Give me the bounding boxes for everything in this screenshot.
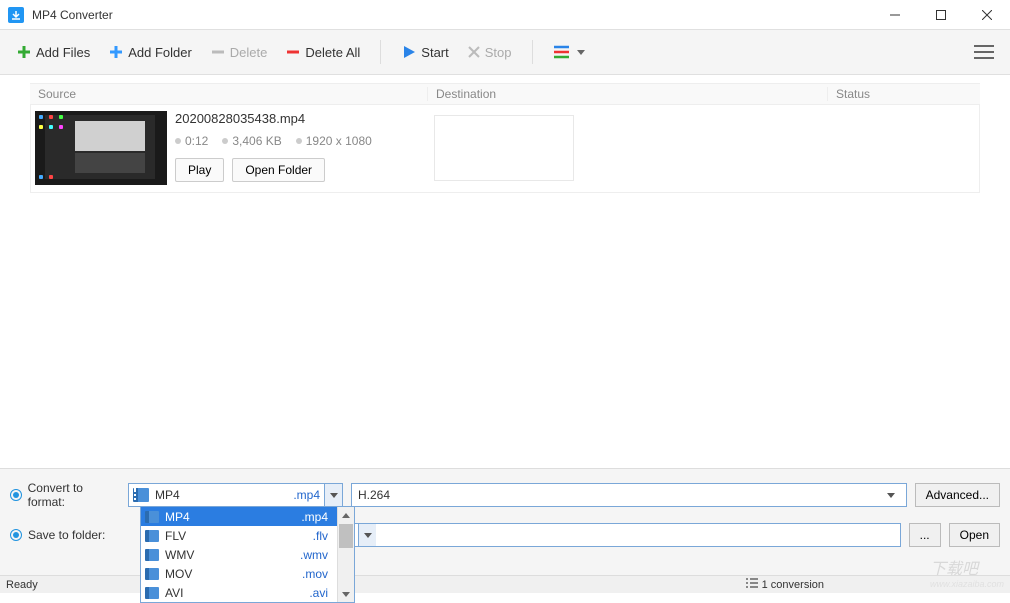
menu-button[interactable] bbox=[968, 35, 1000, 69]
lists-menu-button[interactable] bbox=[547, 40, 591, 64]
folder-dropdown-button[interactable] bbox=[358, 524, 376, 546]
chevron-down-icon bbox=[577, 48, 585, 56]
format-dropdown-button[interactable] bbox=[324, 484, 342, 506]
scroll-thumb[interactable] bbox=[339, 524, 353, 548]
codec-dropdown-button[interactable] bbox=[882, 484, 900, 506]
start-button[interactable]: Start bbox=[395, 40, 454, 64]
column-destination[interactable]: Destination bbox=[427, 87, 827, 101]
file-name: 20200828035438.mp4 bbox=[175, 111, 430, 126]
stop-label: Stop bbox=[485, 45, 512, 60]
plus-icon bbox=[16, 44, 32, 60]
delete-all-label: Delete All bbox=[305, 45, 360, 60]
format-dropdown-list: MP4.mp4FLV.flvWMV.wmvMOV.movAVI.avi bbox=[140, 506, 355, 603]
video-file-icon bbox=[145, 511, 159, 523]
codec-combo[interactable]: H.264 bbox=[351, 483, 907, 507]
add-files-label: Add Files bbox=[36, 45, 90, 60]
toolbar: Add Files Add Folder Delete Delete All S… bbox=[0, 30, 1010, 75]
video-file-icon bbox=[145, 568, 159, 580]
file-size: 3,406 KB bbox=[232, 134, 281, 148]
stop-icon bbox=[467, 45, 481, 59]
format-name: MP4 bbox=[153, 488, 293, 502]
destination-preview bbox=[434, 115, 574, 181]
start-label: Start bbox=[421, 45, 448, 60]
plus-icon bbox=[108, 44, 124, 60]
titlebar: MP4 Converter bbox=[0, 0, 1010, 30]
maximize-button[interactable] bbox=[918, 0, 964, 30]
list-small-icon bbox=[746, 578, 758, 591]
option-name: MOV bbox=[165, 567, 192, 581]
open-folder-button[interactable]: Open Folder bbox=[232, 158, 325, 182]
browse-button[interactable]: ... bbox=[909, 523, 941, 547]
format-option[interactable]: MOV.mov bbox=[141, 564, 354, 583]
file-duration: 0:12 bbox=[185, 134, 208, 148]
minimize-button[interactable] bbox=[872, 0, 918, 30]
add-files-button[interactable]: Add Files bbox=[10, 40, 96, 64]
add-folder-button[interactable]: Add Folder bbox=[102, 40, 198, 64]
file-resolution: 1920 x 1080 bbox=[306, 134, 372, 148]
convert-format-label: Convert to format: bbox=[28, 481, 120, 509]
list-icon bbox=[553, 44, 573, 60]
bottom-panel: Convert to format: MP4 .mp4 H.264 Advanc… bbox=[0, 468, 1010, 575]
scroll-down-button[interactable] bbox=[338, 585, 354, 602]
format-combo[interactable]: MP4 .mp4 bbox=[128, 483, 343, 507]
scroll-up-button[interactable] bbox=[338, 507, 354, 524]
option-name: WMV bbox=[165, 548, 194, 562]
conversion-count: 1 conversion bbox=[762, 579, 824, 591]
play-button[interactable]: Play bbox=[175, 158, 224, 182]
delete-label: Delete bbox=[230, 45, 268, 60]
delete-all-button[interactable]: Delete All bbox=[279, 40, 366, 64]
toolbar-separator bbox=[532, 40, 533, 64]
add-folder-label: Add Folder bbox=[128, 45, 192, 60]
save-folder-radio[interactable]: Save to folder: bbox=[10, 528, 120, 542]
radio-icon bbox=[10, 529, 22, 541]
minus-icon bbox=[285, 44, 301, 60]
close-button[interactable] bbox=[964, 0, 1010, 30]
status-cell bbox=[830, 111, 979, 185]
thumbnail[interactable] bbox=[35, 111, 167, 185]
format-option[interactable]: FLV.flv bbox=[141, 526, 354, 545]
file-row[interactable]: 20200828035438.mp4 0:12 3,406 KB 1920 x … bbox=[31, 105, 979, 191]
format-option[interactable]: WMV.wmv bbox=[141, 545, 354, 564]
option-name: FLV bbox=[165, 529, 186, 543]
status-text: Ready bbox=[6, 579, 38, 591]
toolbar-separator bbox=[380, 40, 381, 64]
open-output-button[interactable]: Open bbox=[949, 523, 1000, 547]
destination-cell bbox=[430, 111, 830, 185]
video-file-icon bbox=[145, 549, 159, 561]
format-option[interactable]: MP4.mp4 bbox=[141, 507, 354, 526]
file-list: 20200828035438.mp4 0:12 3,406 KB 1920 x … bbox=[30, 105, 980, 193]
list-header: Source Destination Status bbox=[30, 83, 980, 105]
video-file-icon bbox=[145, 530, 159, 542]
save-folder-label: Save to folder: bbox=[28, 528, 105, 542]
folder-combo[interactable] bbox=[351, 523, 901, 547]
stop-button[interactable]: Stop bbox=[461, 41, 518, 64]
option-name: MP4 bbox=[165, 510, 190, 524]
delete-button[interactable]: Delete bbox=[204, 40, 274, 64]
play-icon bbox=[401, 44, 417, 60]
advanced-button[interactable]: Advanced... bbox=[915, 483, 1000, 507]
column-status[interactable]: Status bbox=[827, 87, 980, 101]
file-info: 20200828035438.mp4 0:12 3,406 KB 1920 x … bbox=[175, 111, 430, 185]
scrollbar[interactable] bbox=[337, 507, 354, 602]
window-title: MP4 Converter bbox=[32, 8, 113, 22]
minus-icon bbox=[210, 44, 226, 60]
file-meta: 0:12 3,406 KB 1920 x 1080 bbox=[175, 134, 430, 148]
convert-format-radio[interactable]: Convert to format: bbox=[10, 481, 120, 509]
column-source[interactable]: Source bbox=[30, 87, 427, 101]
video-file-icon bbox=[133, 488, 149, 502]
app-logo-icon bbox=[8, 7, 24, 23]
format-ext: .mp4 bbox=[293, 488, 324, 502]
codec-value: H.264 bbox=[358, 488, 390, 502]
radio-icon bbox=[10, 489, 22, 501]
